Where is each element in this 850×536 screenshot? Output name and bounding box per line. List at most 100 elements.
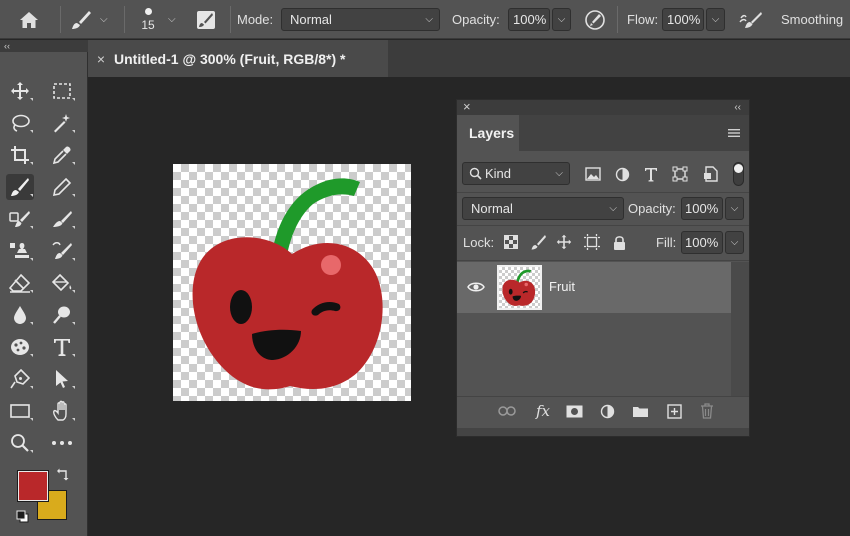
layer-opacity-dropdown[interactable]: ⌵ xyxy=(725,197,744,220)
mode-dropdown[interactable]: Normal ⌵ xyxy=(281,8,440,31)
pencil-tool[interactable] xyxy=(48,174,76,200)
move-tool[interactable] xyxy=(6,78,34,104)
brush-size-picker[interactable]: 15 ⌵ xyxy=(136,0,186,39)
healing-brush-tool[interactable] xyxy=(6,206,34,232)
layer-name[interactable]: Fruit xyxy=(549,279,575,294)
layer-thumbnail xyxy=(497,265,542,310)
eraser-tool[interactable] xyxy=(6,270,34,296)
layer-opacity-value: 100% xyxy=(685,201,719,216)
shape-filter-icon xyxy=(672,166,688,182)
layer-visibility-toggle[interactable] xyxy=(467,279,485,295)
filter-shape-button[interactable] xyxy=(670,164,690,184)
filter-toggle-switch[interactable] xyxy=(733,162,744,186)
menu-icon xyxy=(728,129,740,137)
zoom-tool[interactable] xyxy=(6,430,34,456)
lock-all-button[interactable] xyxy=(609,232,629,252)
chevron-down-icon: ⌵ xyxy=(557,14,566,25)
filter-adjustment-button[interactable] xyxy=(612,164,632,184)
fill-field[interactable]: 100% xyxy=(681,231,723,254)
opacity-dropdown[interactable]: ⌵ xyxy=(552,8,571,31)
lock-transparent-pixels-button[interactable] xyxy=(501,232,521,252)
blend-mode-value: Normal xyxy=(471,201,513,216)
more-tools-button[interactable] xyxy=(48,430,76,456)
lock-artboard-button[interactable] xyxy=(582,232,602,252)
delete-layer-button[interactable] xyxy=(697,401,717,421)
type-tool[interactable] xyxy=(48,334,76,360)
smudge-tool[interactable] xyxy=(48,206,76,232)
lock-image-pixels-button[interactable] xyxy=(528,232,548,252)
lock-position-button[interactable] xyxy=(554,232,574,252)
swap-colors-button[interactable] xyxy=(56,468,70,482)
add-layer-style-button[interactable]: fx xyxy=(531,401,555,421)
layer-row[interactable]: Fruit xyxy=(457,262,731,313)
layers-panel-titlebar: × ‹‹ xyxy=(457,100,749,115)
crop-tool[interactable] xyxy=(6,142,34,168)
move-icon xyxy=(556,234,572,250)
options-bar: ⌵ 15 ⌵ Mode: Normal ⌵ Opacity: 100% ⌵ Fl… xyxy=(0,0,850,39)
smart-object-filter-icon xyxy=(703,166,718,182)
fill-dropdown[interactable]: ⌵ xyxy=(725,231,744,254)
document-canvas[interactable] xyxy=(173,164,411,401)
collapse-panel-icon[interactable]: ‹‹ xyxy=(734,100,741,115)
hand-tool[interactable] xyxy=(48,398,76,424)
flow-field[interactable]: 100% xyxy=(662,8,704,31)
tool-preset-picker[interactable]: ⌵ xyxy=(70,0,116,39)
rectangle-icon xyxy=(10,404,30,418)
flow-dropdown[interactable]: ⌵ xyxy=(706,8,725,31)
smoothing-label: Smoothing xyxy=(781,12,844,27)
close-panel-icon[interactable]: × xyxy=(463,100,471,114)
pen-tool[interactable] xyxy=(6,366,34,392)
tools-collapse-button[interactable]: ‹‹ xyxy=(0,40,88,52)
new-group-button[interactable] xyxy=(630,401,650,421)
sponge-tool[interactable] xyxy=(6,334,34,360)
layers-panel-tabs: Layers xyxy=(457,115,749,151)
link-layers-button[interactable] xyxy=(497,401,517,421)
filter-pixel-button[interactable] xyxy=(583,164,603,184)
magic-wand-tool[interactable] xyxy=(48,110,76,136)
brush-tool[interactable] xyxy=(6,174,34,200)
home-button[interactable] xyxy=(18,0,44,39)
tab-layers[interactable]: Layers xyxy=(457,115,519,151)
new-layer-button[interactable] xyxy=(664,401,684,421)
add-layer-mask-button[interactable] xyxy=(564,401,584,421)
new-adjustment-layer-button[interactable] xyxy=(597,401,617,421)
chevron-down-icon: ⌵ xyxy=(711,14,720,25)
magic-wand-icon xyxy=(54,114,70,133)
chevron-down-icon: ⌵ xyxy=(168,14,176,25)
blend-mode-dropdown[interactable]: Normal ⌵ xyxy=(462,197,624,220)
marquee-icon xyxy=(53,83,71,99)
airbrush-button[interactable] xyxy=(739,0,767,39)
layers-scrollbar[interactable] xyxy=(731,262,749,396)
eyedropper-tool[interactable] xyxy=(48,142,76,168)
marquee-tool[interactable] xyxy=(48,78,76,104)
filter-kind-dropdown[interactable]: Kind ⌵ xyxy=(462,162,570,185)
path-selection-tool[interactable] xyxy=(48,366,76,392)
paint-bucket-tool[interactable] xyxy=(48,270,76,296)
document-tab[interactable]: × Untitled-1 @ 300% (Fruit, RGB/8*) * xyxy=(88,40,388,77)
cherry-artwork xyxy=(192,178,383,390)
panel-menu-button[interactable] xyxy=(727,127,741,139)
pressure-opacity-button[interactable] xyxy=(584,0,610,39)
clone-stamp-tool[interactable] xyxy=(6,238,34,264)
brush-settings-toggle[interactable] xyxy=(196,0,220,39)
history-brush-tool[interactable] xyxy=(48,238,76,264)
opacity-field[interactable]: 100% xyxy=(508,8,550,31)
layer-mask-icon xyxy=(566,405,582,417)
default-colors-button[interactable] xyxy=(16,510,30,524)
filter-smart-object-button[interactable] xyxy=(700,164,720,184)
rectangle-tool[interactable] xyxy=(6,398,34,424)
link-icon xyxy=(498,406,516,416)
panel-resize-grip[interactable] xyxy=(457,428,749,436)
dodge-tool[interactable] xyxy=(48,302,76,328)
close-tab-icon[interactable]: × xyxy=(88,51,114,67)
lasso-tool[interactable] xyxy=(6,110,34,136)
layer-opacity-field[interactable]: 100% xyxy=(681,197,723,220)
foreground-color-swatch[interactable] xyxy=(17,470,49,502)
filter-type-button[interactable] xyxy=(641,164,661,184)
eraser-icon xyxy=(9,273,31,293)
chevron-down-icon: ⌵ xyxy=(730,203,739,214)
blur-icon xyxy=(14,306,26,324)
blur-tool[interactable] xyxy=(6,302,34,328)
document-tab-title: Untitled-1 @ 300% (Fruit, RGB/8*) * xyxy=(114,50,346,67)
eyedropper-icon xyxy=(52,146,71,165)
